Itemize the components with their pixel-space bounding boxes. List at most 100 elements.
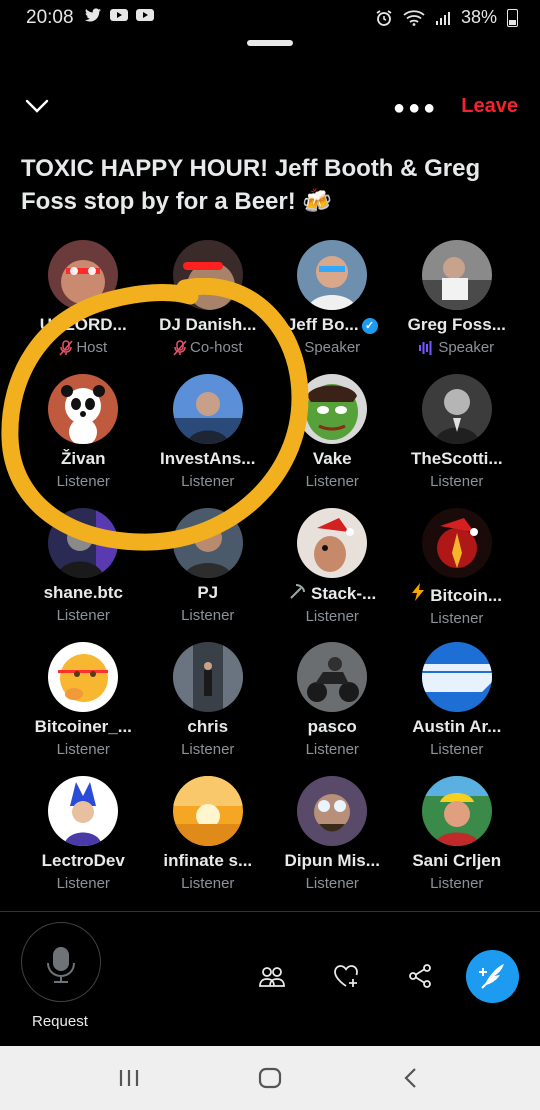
participant-name: Stack-... bbox=[311, 584, 377, 603]
status-time: 20:08 bbox=[26, 7, 74, 28]
participant-name: Vake bbox=[312, 449, 352, 468]
participant-card[interactable]: Greg Foss... Speaker bbox=[395, 240, 520, 374]
request-mic-button[interactable] bbox=[21, 922, 101, 1002]
chevron-down-icon[interactable] bbox=[24, 96, 50, 116]
participant-role: Listener bbox=[56, 473, 110, 490]
avatar bbox=[297, 642, 368, 712]
sheet-grabber-handle[interactable] bbox=[247, 40, 293, 46]
battery-percent: 38% bbox=[460, 7, 497, 27]
participant-name: LectroDev bbox=[41, 851, 125, 870]
participant-role: Listener bbox=[430, 875, 484, 892]
participant-name: TheScotti... bbox=[410, 449, 503, 468]
signal-icon bbox=[435, 11, 450, 25]
participant-role: Listener bbox=[181, 741, 235, 758]
muted-mic-icon bbox=[173, 339, 187, 355]
participant-card[interactable]: Živan Listener bbox=[21, 374, 146, 508]
participant-name: Sani Crljen bbox=[412, 851, 502, 870]
participant-role: Listener bbox=[305, 741, 359, 758]
avatar bbox=[297, 508, 368, 578]
participant-card[interactable]: Bitcoiner_... Listener bbox=[21, 642, 146, 776]
participant-card[interactable]: UBLORD... Host bbox=[21, 240, 146, 374]
back-icon[interactable] bbox=[402, 1067, 418, 1089]
avatar bbox=[421, 508, 492, 578]
avatar bbox=[48, 374, 119, 444]
avatar bbox=[172, 240, 243, 310]
battery-icon bbox=[507, 8, 518, 27]
participant-card[interactable]: Vake Listener bbox=[270, 374, 395, 508]
participant-role: Listener bbox=[305, 608, 359, 625]
participant-name: Greg Foss... bbox=[407, 315, 506, 334]
participant-name: Živan bbox=[61, 449, 106, 468]
participant-card[interactable]: infinate s... Listener bbox=[146, 776, 271, 910]
participant-name: Jeff Bo... bbox=[286, 315, 359, 334]
wifi-icon bbox=[403, 9, 425, 26]
avatar bbox=[172, 642, 243, 712]
avatar bbox=[48, 240, 119, 310]
share-icon[interactable] bbox=[406, 962, 434, 990]
participant-role: Listener bbox=[56, 607, 110, 624]
leave-button[interactable]: Leave bbox=[461, 95, 518, 118]
participant-name: infinate s... bbox=[163, 851, 253, 870]
participant-role: Listener bbox=[181, 473, 235, 490]
compose-tweet-button[interactable] bbox=[466, 950, 519, 1003]
home-icon[interactable] bbox=[258, 1067, 282, 1089]
alarm-icon bbox=[376, 9, 392, 26]
participant-card[interactable]: pasco Listener bbox=[270, 642, 395, 776]
muted-mic-icon bbox=[59, 339, 73, 355]
participant-card[interactable]: Jeff Bo... ✓ Speaker bbox=[270, 240, 395, 374]
participant-card[interactable]: PJ Listener bbox=[146, 508, 271, 642]
participant-role: Listener bbox=[430, 741, 484, 758]
participant-name: PJ bbox=[197, 583, 219, 602]
participant-card[interactable]: TheScotti... Listener bbox=[395, 374, 520, 508]
people-icon[interactable] bbox=[258, 962, 286, 990]
participant-role: Listener bbox=[430, 473, 484, 490]
participant-role: Listener bbox=[56, 741, 110, 758]
avatar bbox=[421, 240, 492, 310]
participant-name: Austin Ar... bbox=[412, 717, 502, 736]
participant-name: Bitcoin... bbox=[430, 586, 502, 605]
youtube-notification-icon bbox=[110, 9, 129, 21]
participant-name: pasco bbox=[307, 717, 357, 736]
avatar bbox=[421, 776, 492, 846]
participant-role: Speaker bbox=[438, 339, 495, 356]
participant-card[interactable]: LectroDev Listener bbox=[21, 776, 146, 910]
lightning-icon bbox=[412, 583, 425, 601]
participant-card[interactable]: Austin Ar... Listener bbox=[395, 642, 520, 776]
avatar bbox=[172, 776, 243, 846]
participant-name: chris bbox=[187, 717, 229, 736]
participant-name: DJ Danish... bbox=[159, 315, 257, 334]
avatar bbox=[421, 642, 492, 712]
participant-name: shane.btc bbox=[43, 583, 123, 602]
participant-role: Speaker bbox=[304, 339, 361, 356]
participant-card[interactable]: DJ Danish... Co-host bbox=[146, 240, 271, 374]
avatar bbox=[48, 776, 119, 846]
request-label: Request bbox=[32, 1013, 88, 1030]
participant-card[interactable]: Bitcoin... Listener bbox=[395, 508, 520, 642]
participant-card[interactable]: InvestAns... Listener bbox=[146, 374, 271, 508]
participant-card[interactable]: Stack-... Listener bbox=[270, 508, 395, 642]
avatar bbox=[48, 508, 119, 578]
participant-role: Listener bbox=[430, 610, 484, 627]
participant-role: Listener bbox=[305, 875, 359, 892]
status-bar: 20:08 38% bbox=[0, 0, 540, 34]
recent-apps-icon[interactable] bbox=[118, 1068, 140, 1088]
participant-card[interactable]: shane.btc Listener bbox=[21, 508, 146, 642]
participant-name: Bitcoiner_... bbox=[34, 717, 132, 736]
participant-role: Listener bbox=[181, 875, 235, 892]
participant-role: Listener bbox=[305, 473, 359, 490]
microphone-icon bbox=[47, 947, 75, 983]
participant-role: Host bbox=[76, 339, 108, 356]
participant-card[interactable]: chris Listener bbox=[146, 642, 271, 776]
twitter-notification-icon bbox=[84, 8, 101, 22]
space-title: TOXIC HAPPY HOUR! Jeff Booth & Greg Foss… bbox=[21, 155, 481, 215]
participant-name: UBLORD... bbox=[39, 315, 127, 334]
speaking-bars-icon bbox=[419, 340, 432, 355]
participant-name: Dipun Mis... bbox=[284, 851, 380, 870]
avatar bbox=[421, 374, 492, 444]
participant-card[interactable]: Dipun Mis... Listener bbox=[270, 776, 395, 910]
participant-card[interactable]: Sani Crljen Listener bbox=[395, 776, 520, 910]
participant-role: Listener bbox=[56, 875, 110, 892]
participant-role: Listener bbox=[181, 607, 235, 624]
heart-plus-icon[interactable] bbox=[332, 962, 360, 990]
more-options-button[interactable]: ●●● bbox=[393, 97, 438, 120]
